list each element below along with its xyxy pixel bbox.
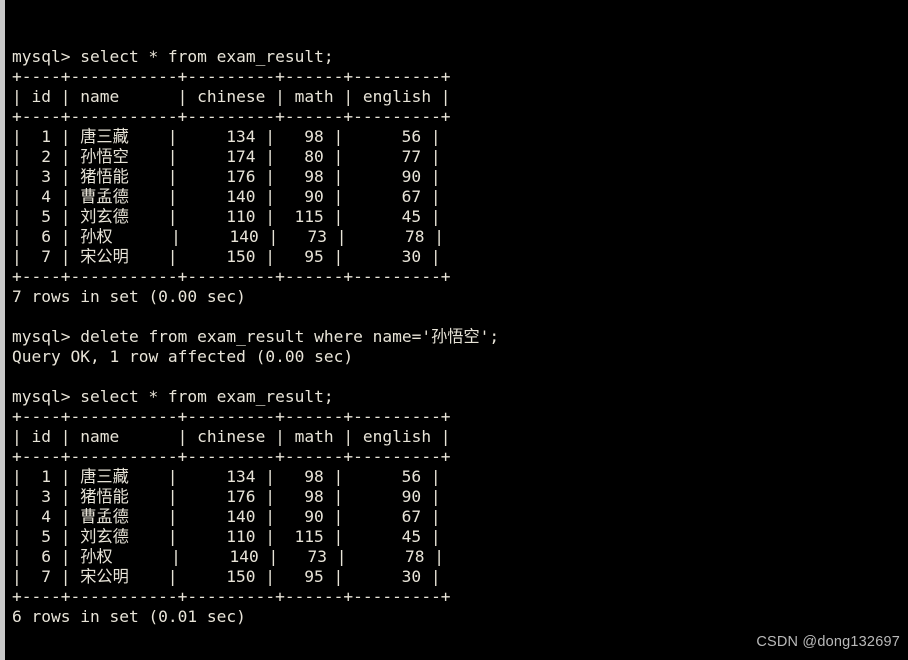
terminal-window[interactable]: mysql> select * from exam_result; +----+-… [0, 0, 908, 660]
terminal-line-row: | 1 | 唐三藏 | 134 | 98 | 56 | [12, 467, 441, 486]
csdn-watermark: CSDN @dong132697 [756, 634, 900, 650]
terminal-line-border: +----+-----------+---------+------+-----… [12, 107, 451, 126]
terminal-line-row: | 6 | 孙权 | 140 | 73 | 78 | [12, 547, 444, 566]
terminal-line-status: 7 rows in set (0.00 sec) [12, 287, 246, 306]
terminal-line-row: | 4 | 曹孟德 | 140 | 90 | 67 | [12, 507, 441, 526]
terminal-line-row: | 4 | 曹孟德 | 140 | 90 | 67 | [12, 187, 441, 206]
terminal-line-status: Query OK, 1 row affected (0.00 sec) [12, 347, 354, 366]
terminal-line-command: mysql> delete from exam_result where nam… [12, 327, 500, 346]
terminal-line-row: | 7 | 宋公明 | 150 | 95 | 30 | [12, 567, 441, 586]
terminal-line-command: mysql> select * from exam_result; [12, 387, 334, 406]
terminal-line-row: | 3 | 猪悟能 | 176 | 98 | 90 | [12, 487, 441, 506]
terminal-line-row: | 1 | 唐三藏 | 134 | 98 | 56 | [12, 127, 441, 146]
terminal-line-row: | 2 | 孙悟空 | 174 | 80 | 77 | [12, 147, 441, 166]
terminal-line-command: mysql> select * from exam_result; [12, 47, 334, 66]
terminal-line-row: | 3 | 猪悟能 | 176 | 98 | 90 | [12, 167, 441, 186]
terminal-line-border: +----+-----------+---------+------+-----… [12, 267, 451, 286]
terminal-line-status: 6 rows in set (0.01 sec) [12, 607, 246, 626]
terminal-line-row: | 7 | 宋公明 | 150 | 95 | 30 | [12, 247, 441, 266]
terminal-line-border: +----+-----------+---------+------+-----… [12, 447, 451, 466]
terminal-line-border: +----+-----------+---------+------+-----… [12, 587, 451, 606]
terminal-line-row: | 5 | 刘玄德 | 110 | 115 | 45 | [12, 207, 441, 226]
terminal-line-header: | id | name | chinese | math | english | [12, 427, 451, 446]
terminal-screen[interactable]: mysql> select * from exam_result; +----+-… [12, 7, 908, 660]
terminal-line-header: | id | name | chinese | math | english | [12, 87, 451, 106]
terminal-line-row: | 6 | 孙权 | 140 | 73 | 78 | [12, 227, 444, 246]
terminal-line-row: | 5 | 刘玄德 | 110 | 115 | 45 | [12, 527, 441, 546]
terminal-line-border: +----+-----------+---------+------+-----… [12, 407, 451, 426]
terminal-line-border: +----+-----------+---------+------+-----… [12, 67, 451, 86]
terminal-output: mysql> select * from exam_result; +----+-… [12, 47, 908, 647]
